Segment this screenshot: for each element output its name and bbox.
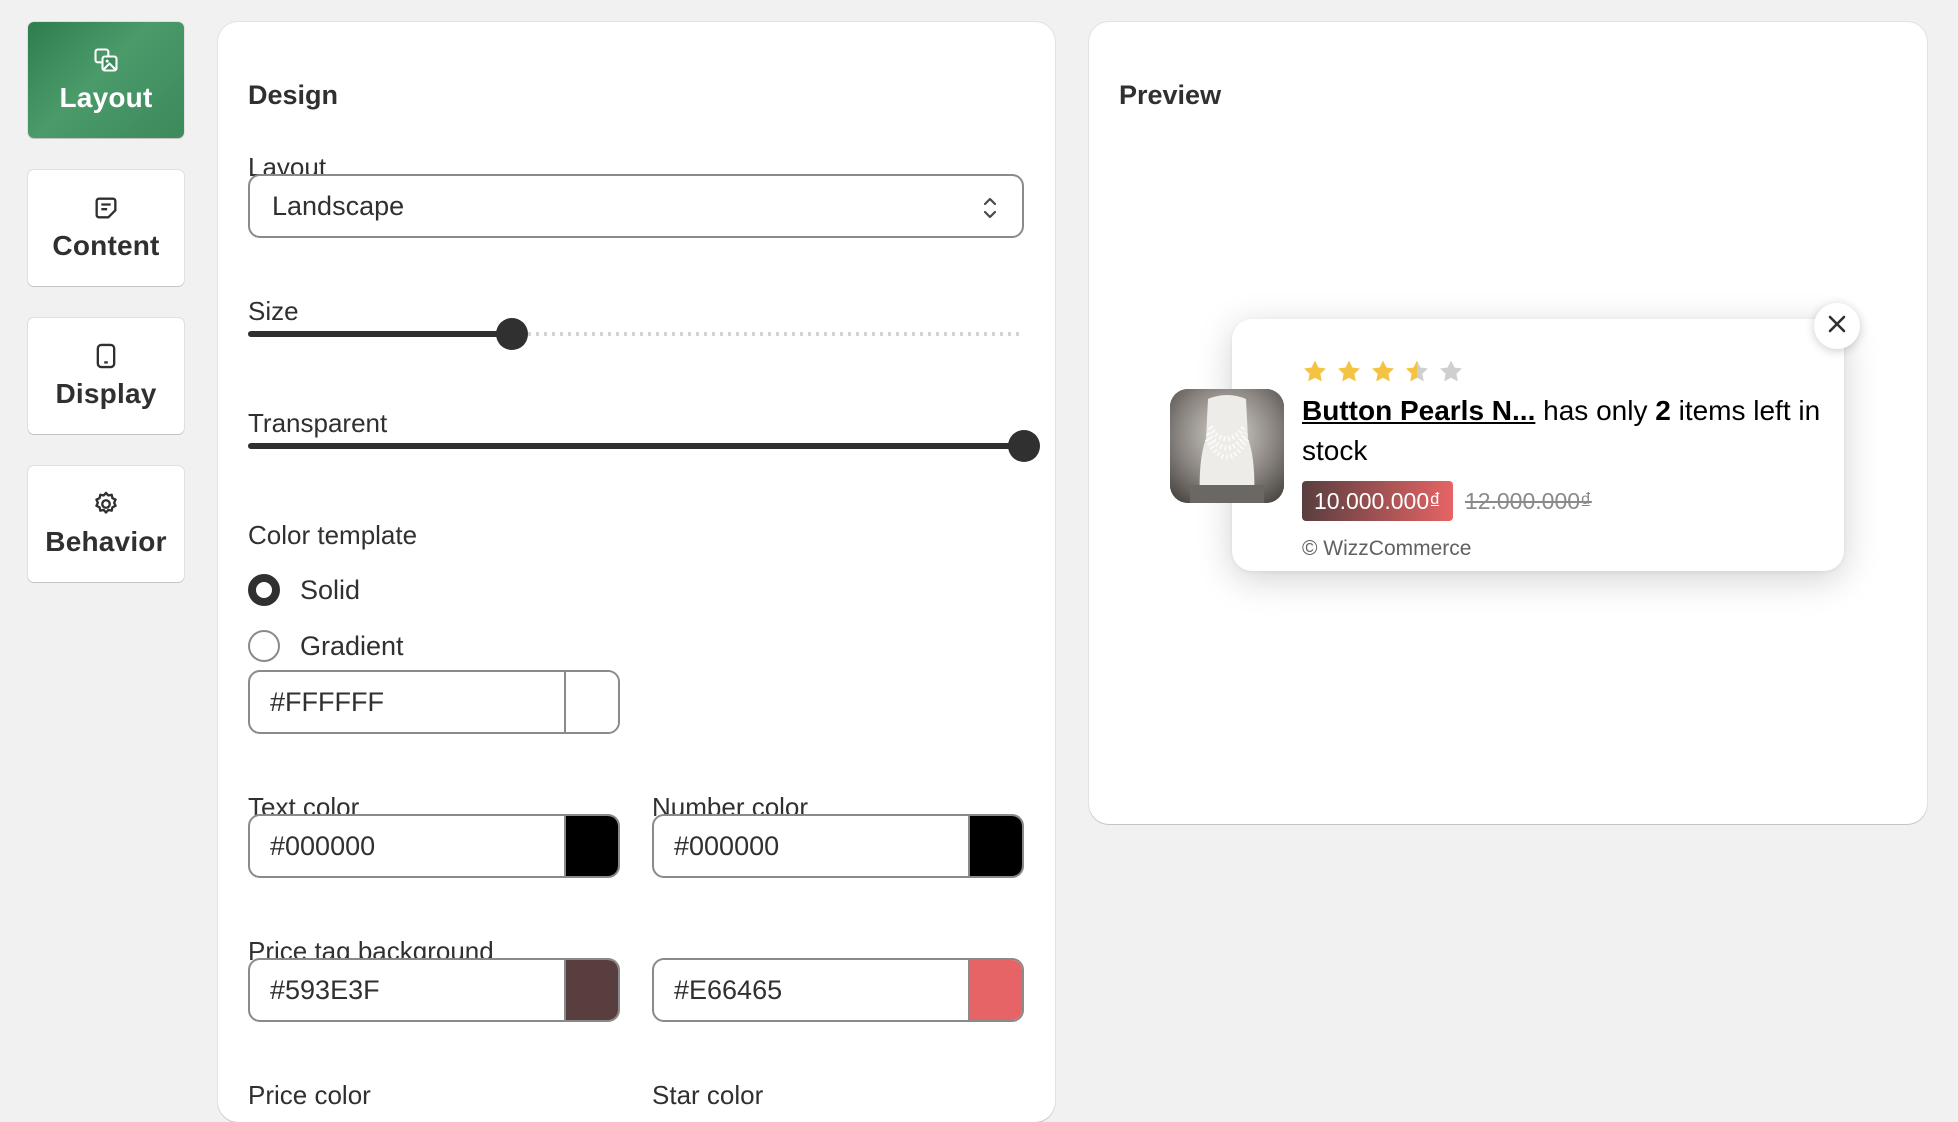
display-icon [92,342,120,370]
price-tag-bg-end-value[interactable]: #E66465 [654,960,968,1020]
star-icon [1336,359,1362,390]
star-icon [1404,359,1430,390]
nav-behavior-label: Behavior [45,526,167,557]
preview-card: Preview Button Pearls N... has only 2 it… [1089,22,1927,824]
radio-solid-dot[interactable] [248,574,280,606]
product-image[interactable] [1170,389,1284,503]
bg-color-value[interactable]: #FFFFFF [250,672,564,732]
transparent-slider-thumb[interactable] [1008,430,1040,462]
price-tag-bg-start-value[interactable]: #593E3F [250,960,564,1020]
number-color-field[interactable]: #000000 [652,814,1024,878]
number-color-swatch[interactable] [968,816,1022,876]
stock-popup[interactable]: Button Pearls N... has only 2 items left… [1170,303,1860,571]
radio-solid[interactable]: Solid [248,574,360,606]
radio-gradient-label: Gradient [300,630,404,661]
text-color-swatch[interactable] [564,816,618,876]
price-tag-bg-end-field[interactable]: #E66465 [652,958,1024,1022]
old-price: 12.000.000₫ [1464,487,1592,514]
number-color-value[interactable]: #000000 [654,816,968,876]
size-slider-thumb[interactable] [495,318,528,350]
text-color-field[interactable]: #000000 [248,814,620,878]
star-icon [1302,359,1328,390]
price-tag-bg-end-swatch[interactable] [968,960,1022,1020]
gear-icon [92,490,120,518]
radio-gradient[interactable]: Gradient [248,630,404,662]
content-icon [92,194,120,222]
price-tag-bg-start-swatch[interactable] [564,960,618,1020]
layout-select-value: Landscape [272,190,405,221]
message-before: has only [1535,395,1656,426]
star-icon [1438,359,1464,390]
transparent-slider[interactable] [248,430,1040,462]
brand-credit: © WizzCommerce [1302,537,1472,560]
close-button[interactable] [1814,303,1860,349]
nav-content[interactable]: Content [28,170,184,286]
size-slider-fill [248,331,512,337]
rating-stars [1302,359,1464,390]
transparent-slider-fill [248,443,1024,449]
radio-solid-label: Solid [300,574,361,605]
nav-content-label: Content [52,230,160,261]
preview-title: Preview [1119,80,1222,110]
layout-select[interactable]: Landscape [248,174,1024,238]
stock-count: 2 [1655,395,1671,426]
star-color-label: Star color [652,1080,764,1110]
nav-display[interactable]: Display [28,318,184,434]
stock-message: Button Pearls N... has only 2 items left… [1302,391,1822,471]
close-icon [1826,313,1848,340]
price-tag-bg-start-field[interactable]: #593E3F [248,958,620,1022]
price-tag: 10.000.000₫ [1302,481,1453,521]
product-name-link[interactable]: Button Pearls N... [1302,395,1535,426]
bg-color-swatch[interactable] [564,672,618,732]
size-slider[interactable] [248,318,1024,350]
nav-layout-label: Layout [59,82,153,113]
nav-layout[interactable]: Layout [28,22,184,138]
star-icon [1370,359,1396,390]
settings-nav: Layout Content Display Behavior [28,22,184,614]
bg-color-field[interactable]: #FFFFFF [248,670,620,734]
nav-behavior[interactable]: Behavior [28,466,184,582]
design-title: Design [248,80,339,110]
nav-display-label: Display [55,378,157,409]
layout-icon [92,46,120,74]
select-chevron-icon [980,194,1000,229]
price-color-label: Price color [248,1080,371,1110]
design-card: Design Layout Landscape Size Transparent… [218,22,1055,1122]
text-color-value[interactable]: #000000 [250,816,564,876]
radio-gradient-dot[interactable] [248,630,280,662]
price-row: 10.000.000₫ 12.000.000₫ [1302,481,1592,521]
color-template-label: Color template [248,520,418,550]
